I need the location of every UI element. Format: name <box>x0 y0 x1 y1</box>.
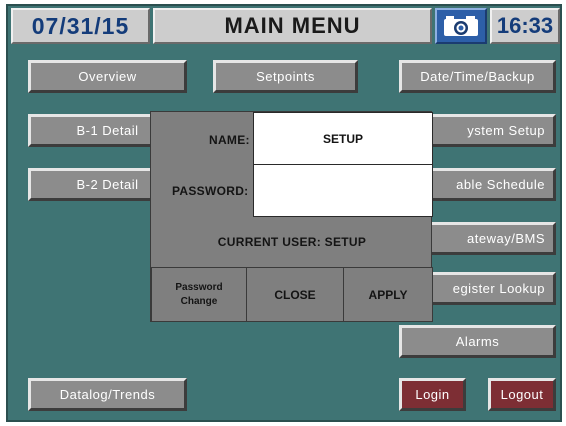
main-menu-title: MAIN MENU <box>153 8 432 44</box>
apply-label: APPLY <box>368 287 408 302</box>
date-text: 07/31/15 <box>31 12 130 39</box>
close-button[interactable]: CLOSE <box>246 267 344 322</box>
system-setup-label: ystem Setup <box>467 123 545 138</box>
datalog-trends-label: Datalog/Trends <box>59 387 156 402</box>
screenshot-button[interactable] <box>435 8 487 44</box>
logout-label: Logout <box>500 387 544 402</box>
datalog-trends-button[interactable]: Datalog/Trends <box>28 378 187 411</box>
overview-label: Overview <box>78 69 137 84</box>
current-user-text: CURRENT USER: SETUP <box>217 235 367 249</box>
password-field[interactable] <box>253 164 433 217</box>
title-text: MAIN MENU <box>224 13 361 38</box>
alarms-button[interactable]: Alarms <box>399 325 556 358</box>
time-display: 16:33 <box>490 8 560 44</box>
close-label: CLOSE <box>274 287 316 302</box>
login-dialog: NAME: SETUP PASSWORD: CURRENT USER: SETU… <box>150 111 433 322</box>
name-field[interactable]: SETUP <box>253 112 433 165</box>
b2-detail-label: B-2 Detail <box>76 177 139 192</box>
date-time-backup-label: Date/Time/Backup <box>420 69 535 84</box>
camera-icon <box>444 16 478 36</box>
name-label: NAME: <box>209 133 250 147</box>
date-display: 07/31/15 <box>11 8 150 44</box>
alarms-label: Alarms <box>455 334 500 349</box>
setpoints-label: Setpoints <box>256 69 315 84</box>
name-value: SETUP <box>322 131 363 146</box>
password-label: PASSWORD: <box>172 184 249 198</box>
current-user-status: CURRENT USER: SETUP <box>151 233 433 251</box>
password-change-line1: Password <box>175 281 223 293</box>
password-change-button[interactable]: Password Change <box>151 267 247 322</box>
gateway-bms-label: ateway/BMS <box>467 231 545 246</box>
b1-detail-label: B-1 Detail <box>76 123 139 138</box>
time-text: 16:33 <box>496 13 554 38</box>
logout-button[interactable]: Logout <box>488 378 556 411</box>
date-time-backup-button[interactable]: Date/Time/Backup <box>399 60 556 93</box>
overview-button[interactable]: Overview <box>28 60 187 93</box>
password-change-line2: Change <box>180 295 218 307</box>
enable-schedule-label: able Schedule <box>456 177 545 192</box>
apply-button[interactable]: APPLY <box>343 267 433 322</box>
login-button[interactable]: Login <box>399 378 466 411</box>
register-lookup-label: egister Lookup <box>452 281 545 296</box>
login-label: Login <box>415 387 450 402</box>
setpoints-button[interactable]: Setpoints <box>213 60 358 93</box>
